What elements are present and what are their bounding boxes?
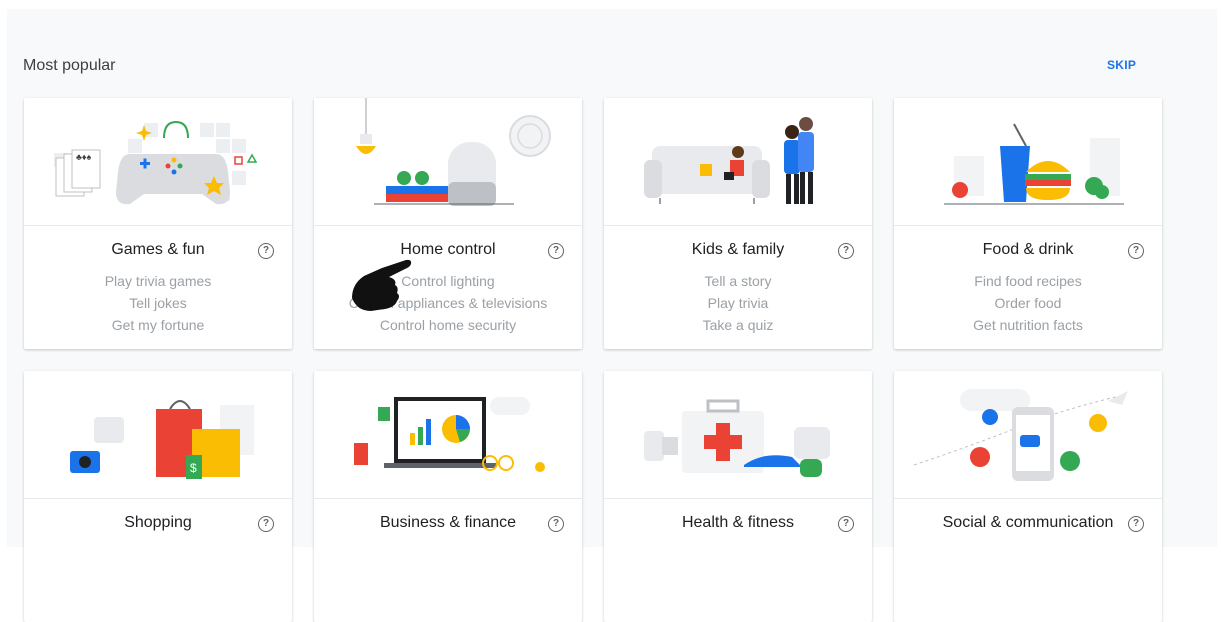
card-title: Shopping	[124, 514, 192, 531]
example-item: Control home security	[379, 317, 517, 333]
example-item: Tell a story	[704, 273, 772, 289]
skip-button[interactable]: SKIP	[1107, 58, 1136, 72]
svg-text:♣♦♠: ♣♦♠	[76, 152, 91, 162]
svg-text:$: $	[190, 461, 197, 475]
example-item: Get nutrition facts	[973, 317, 1083, 333]
help-icon[interactable]: ?	[258, 516, 274, 532]
category-card-games[interactable]: ♣♦♠ Games & fun ? Play trivia games Tell…	[24, 98, 292, 349]
hand-pointer-icon	[352, 259, 412, 311]
card-title: Health & fitness	[681, 514, 795, 531]
card-examples: Play trivia games Tell jokes Get my fort…	[24, 270, 292, 336]
card-title: Business & finance	[379, 514, 517, 531]
help-icon[interactable]: ?	[548, 243, 564, 259]
category-card-social-communication[interactable]: Social & communication ?	[894, 371, 1162, 622]
card-title: Games & fun	[111, 241, 205, 258]
health-fitness-illustration	[604, 371, 872, 499]
category-card-food-drink[interactable]: Food & drink ? Find food recipes Order f…	[894, 98, 1162, 349]
card-title: Food & drink	[982, 241, 1074, 258]
example-item: Get my fortune	[111, 317, 205, 333]
example-item: Play trivia	[707, 295, 769, 311]
card-title: Home control	[400, 241, 496, 258]
home-control-illustration	[314, 98, 582, 226]
help-icon[interactable]: ?	[838, 516, 854, 532]
card-title: Social & communication	[942, 514, 1114, 531]
example-item: Tell jokes	[129, 295, 187, 311]
help-icon[interactable]: ?	[1128, 516, 1144, 532]
card-examples: Find food recipes Order food Get nutriti…	[894, 270, 1162, 336]
kids-family-illustration	[604, 98, 872, 226]
social-communication-illustration	[894, 371, 1162, 499]
food-drink-illustration	[894, 98, 1162, 226]
example-item: Play trivia games	[104, 273, 212, 289]
example-item: Take a quiz	[702, 317, 774, 333]
category-card-business-finance[interactable]: Business & finance ?	[314, 371, 582, 622]
help-icon[interactable]: ?	[258, 243, 274, 259]
category-card-health-fitness[interactable]: Health & fitness ?	[604, 371, 872, 622]
business-finance-illustration	[314, 371, 582, 499]
category-card-shopping[interactable]: $ Shopping ?	[24, 371, 292, 622]
help-icon[interactable]: ?	[548, 516, 564, 532]
help-icon[interactable]: ?	[838, 243, 854, 259]
category-card-kids-family[interactable]: Kids & family ? Tell a story Play trivia…	[604, 98, 872, 349]
shopping-illustration: $	[24, 371, 292, 499]
games-illustration: ♣♦♠	[24, 98, 292, 226]
section-title: Most popular	[23, 57, 116, 74]
help-icon[interactable]: ?	[1128, 243, 1144, 259]
example-item: Order food	[994, 295, 1062, 311]
card-title: Kids & family	[691, 241, 785, 258]
card-examples: Tell a story Play trivia Take a quiz	[604, 270, 872, 336]
example-item: Find food recipes	[974, 273, 1082, 289]
